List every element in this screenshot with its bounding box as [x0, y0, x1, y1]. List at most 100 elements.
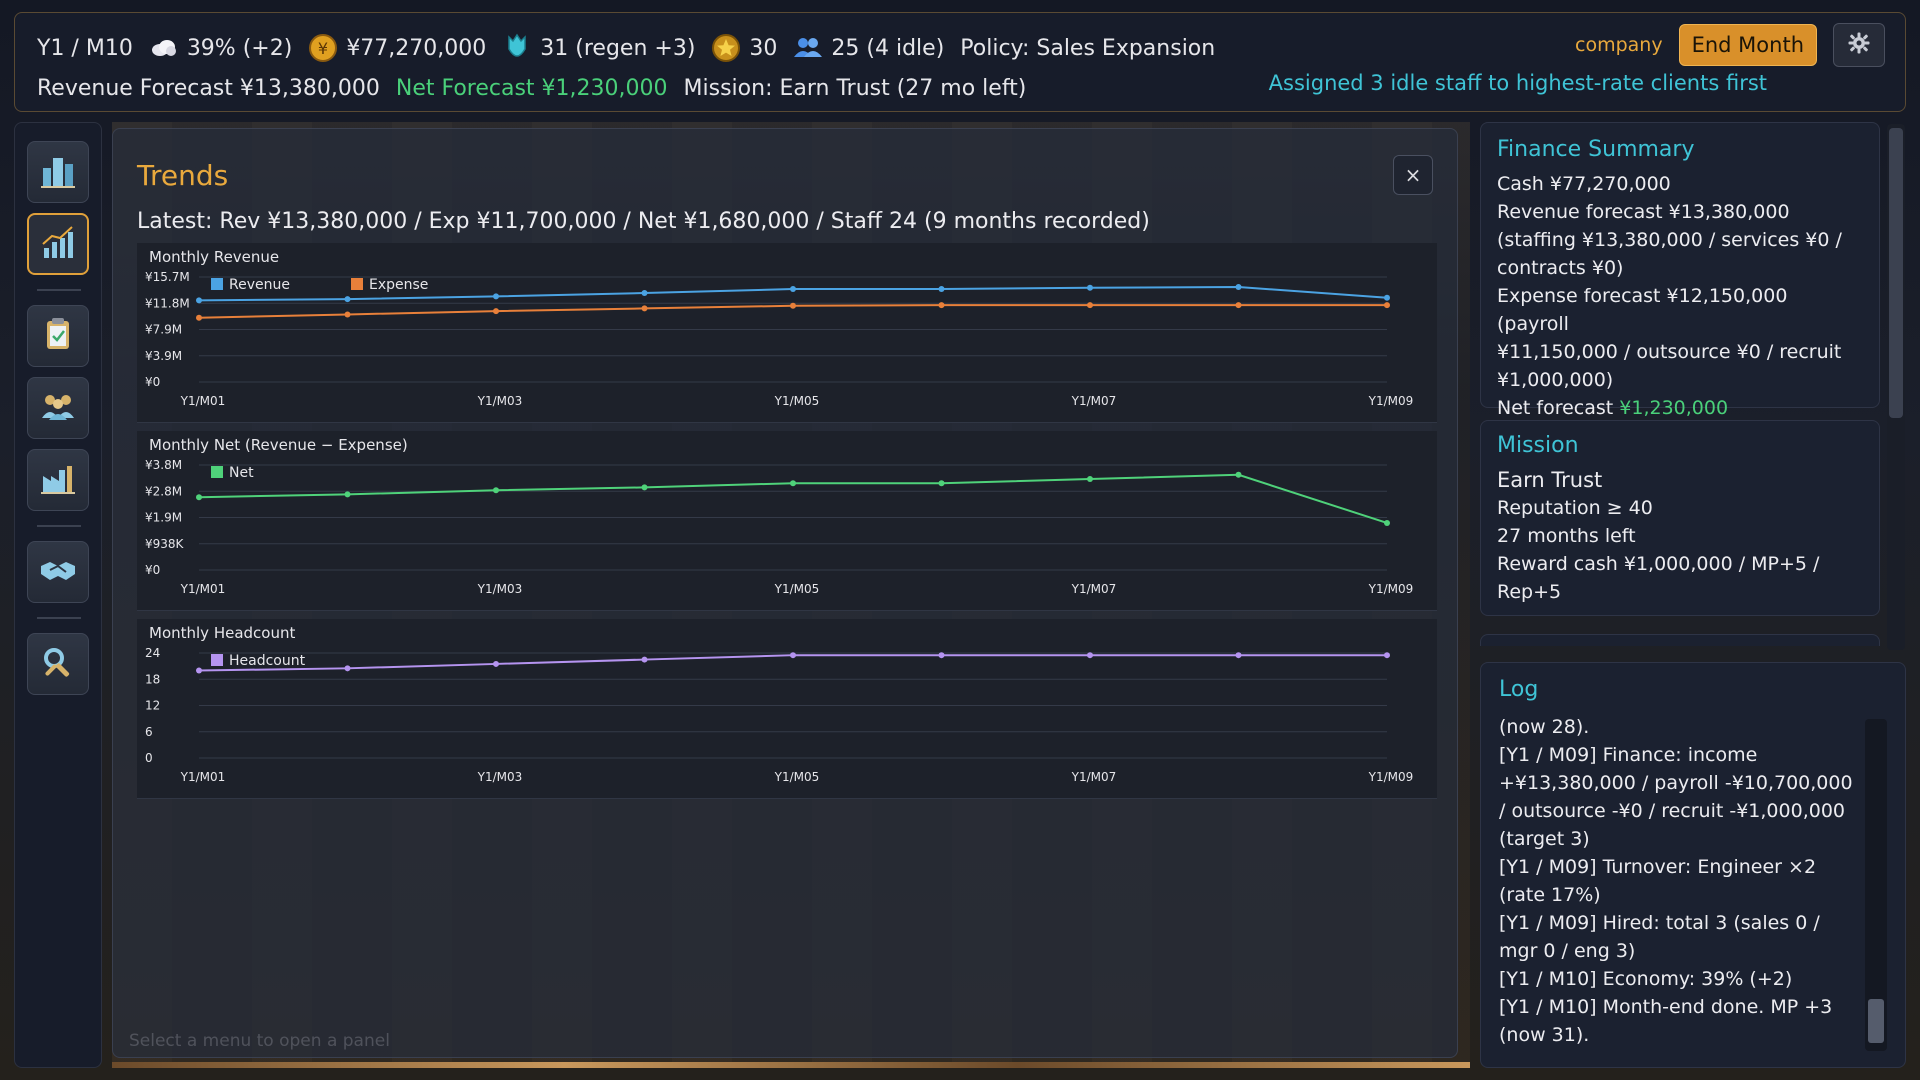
x-tick-label: Y1/M03 [477, 770, 523, 784]
mission-summary: Mission: Earn Trust (27 mo left) [683, 75, 1027, 101]
forecast-row: Revenue Forecast ¥13,380,000 Net Forecas… [37, 73, 1042, 103]
nav-tools[interactable] [27, 633, 89, 695]
nav-divider [37, 289, 81, 291]
log-scrollbar[interactable] [1865, 719, 1887, 1051]
staff-stat: 25 (4 idle) [793, 33, 944, 63]
data-point [1235, 284, 1242, 291]
data-point [641, 305, 648, 312]
data-point [938, 480, 945, 487]
log-title: Log [1499, 677, 1539, 702]
data-point [790, 652, 796, 659]
log-line: [Y1 / M09] Finance: income [1499, 744, 1758, 766]
chart-title: Monthly Headcount [149, 624, 295, 642]
y-tick-label: ¥0 [145, 375, 160, 389]
close-button[interactable]: × [1393, 155, 1433, 195]
y-tick-label: 0 [145, 751, 153, 765]
top-actions: company End Month [1575, 23, 1885, 67]
mission-title: Mission [1497, 433, 1579, 458]
net-label: Net forecast [1497, 397, 1620, 419]
data-point [493, 308, 499, 315]
data-point [1087, 302, 1093, 309]
nav-facilities[interactable] [27, 449, 89, 511]
settings-button[interactable] [1833, 23, 1885, 67]
policy-display: Policy: Sales Expansion [960, 35, 1216, 61]
log-panel: Log (now 28). [Y1 / M09] Finance: income… [1480, 662, 1906, 1068]
y-tick-label: ¥3.9M [145, 349, 182, 363]
y-tick-label: ¥938K [145, 537, 185, 551]
x-tick-label: Y1/M07 [1071, 582, 1117, 596]
legend-swatch [211, 466, 223, 478]
company-label: company [1575, 34, 1663, 56]
data-point [196, 297, 202, 304]
nav-divider [37, 525, 81, 527]
cloud-icon [149, 33, 179, 63]
data-point [641, 656, 648, 663]
scrollbar-thumb[interactable] [1889, 128, 1903, 418]
finance-expense-detail: ¥11,150,000 / outsource ¥0 / recruit [1497, 341, 1842, 363]
y-tick-label: 12 [145, 699, 160, 713]
log-line: +¥13,380,000 / payroll -¥10,700,000 [1499, 772, 1853, 794]
mission-requirement: Reputation ≥ 40 [1497, 497, 1653, 519]
collapsed-card [1480, 634, 1880, 646]
star-medal-icon [711, 33, 741, 63]
data-point [344, 665, 351, 672]
x-tick-label: Y1/M01 [180, 394, 226, 408]
data-point [344, 491, 351, 498]
reputation-value: 30 [749, 35, 778, 61]
staff-value: 25 (4 idle) [831, 35, 945, 61]
panel-hint: Select a menu to open a panel [129, 1031, 390, 1051]
buildings-icon [38, 150, 78, 194]
data-point [1384, 652, 1390, 659]
mission-reward: Reward cash ¥1,000,000 / MP+5 / [1497, 553, 1820, 575]
revenue-chart: Monthly Revenue ¥15.7M ¥11.8M ¥7.9M ¥3.9M ¥0 Y… [137, 243, 1437, 423]
nav-trends[interactable] [27, 213, 89, 275]
mission-card: Mission Earn Trust Reputation ≥ 40 27 mo… [1480, 420, 1880, 616]
y-tick-label: ¥3.8M [145, 458, 182, 472]
mission-name: Earn Trust [1497, 468, 1603, 492]
bar-chart-icon [38, 222, 78, 266]
log-line: [Y1 / M09] Turnover: Engineer ×2 [1499, 856, 1817, 878]
scrollbar-thumb[interactable] [1868, 999, 1884, 1043]
nav-staff[interactable] [27, 377, 89, 439]
data-point [493, 487, 499, 494]
log-line: / outsource -¥0 / recruit -¥1,000,000 [1499, 800, 1845, 822]
panel-title: Trends [137, 159, 229, 192]
handshake-icon [38, 550, 78, 594]
x-tick-label: Y1/M09 [1368, 582, 1414, 596]
nav-buildings[interactable] [27, 141, 89, 203]
economy-value: 39% (+2) [186, 35, 293, 61]
headcount-chart: Monthly Headcount 24 18 12 6 0 Y1/M01 Y1/M03 Y1/… [137, 619, 1437, 799]
legend-swatch [211, 278, 223, 290]
left-nav [14, 122, 102, 1068]
data-point [1235, 471, 1242, 478]
headcount-chart-svg: Monthly Headcount 24 18 12 6 0 Y1/M01 Y1/M03 Y1/… [145, 624, 1413, 784]
y-tick-label: ¥11.8M [145, 296, 190, 310]
y-tick-label: ¥7.9M [145, 323, 182, 337]
reputation-stat: 30 [711, 33, 777, 63]
end-month-button[interactable]: End Month [1678, 24, 1817, 66]
nav-divider [37, 617, 81, 619]
data-point [344, 311, 351, 318]
svg-text:¥: ¥ [318, 39, 328, 58]
data-point [641, 484, 648, 491]
gear-icon [1848, 32, 1870, 58]
status-row: Y1 / M10 39% (+2) ¥ ¥77,270,000 31 (rege… [37, 31, 1231, 65]
x-tick-label: Y1/M03 [477, 582, 523, 596]
log-line: (now 31). [1499, 1024, 1590, 1046]
finance-revenue-detail: (staffing ¥13,380,000 / services ¥0 / [1497, 229, 1842, 251]
chart-title: Monthly Net (Revenue − Expense) [149, 436, 408, 454]
nav-projects[interactable] [27, 305, 89, 367]
sidebar-scrollbar[interactable] [1887, 124, 1905, 650]
data-point [1235, 652, 1242, 659]
data-point [1087, 284, 1093, 291]
date-display: Y1 / M10 [37, 35, 133, 61]
finance-revenue: Revenue forecast ¥13,380,000 [1497, 201, 1790, 223]
finance-revenue-detail: contracts ¥0) [1497, 257, 1624, 279]
yen-coin-icon: ¥ [308, 33, 338, 63]
x-tick-label: Y1/M03 [477, 394, 523, 408]
revenue-forecast: Revenue Forecast ¥13,380,000 [37, 75, 380, 101]
y-tick-label: ¥1.9M [145, 511, 182, 525]
mission-time-left: 27 months left [1497, 525, 1636, 547]
legend-label: Revenue [229, 277, 290, 293]
nav-clients[interactable] [27, 541, 89, 603]
